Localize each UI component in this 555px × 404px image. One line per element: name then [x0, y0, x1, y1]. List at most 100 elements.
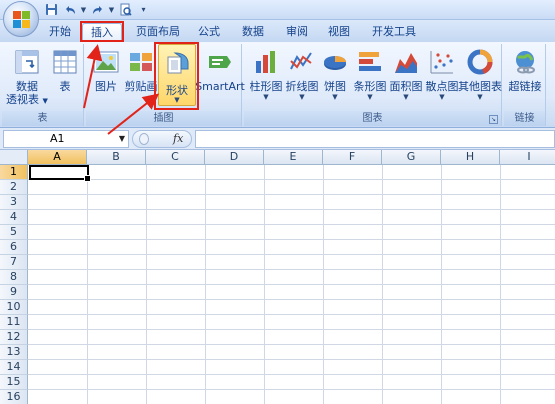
row-header-16[interactable]: 16 [0, 390, 28, 404]
formula-bar: A1 ▼ fx [0, 128, 555, 150]
table-label: 表 [59, 80, 71, 93]
undo-icon[interactable] [62, 2, 77, 17]
row-header-8[interactable]: 8 [0, 270, 28, 285]
name-box-dropdown-icon[interactable]: ▼ [119, 131, 125, 147]
column-header-d[interactable]: D [205, 150, 264, 165]
pie-chart-button[interactable]: 饼图 ▼ [320, 47, 350, 101]
name-box-value: A1 [50, 132, 65, 145]
row-header-2[interactable]: 2 [0, 180, 28, 195]
row-header-6[interactable]: 6 [0, 240, 28, 255]
row-header-12[interactable]: 12 [0, 330, 28, 345]
row-header-3[interactable]: 3 [0, 195, 28, 210]
group-links-label: 链接 [504, 111, 545, 126]
customize-qat-icon[interactable]: ▾ [136, 2, 151, 17]
column-chart-icon [251, 47, 281, 77]
chart-dialog-launcher-icon[interactable]: ↘ [489, 115, 498, 124]
scatter-chart-label: 散点图 [425, 80, 459, 93]
row-header-14[interactable]: 14 [0, 360, 28, 375]
cell-area[interactable] [28, 165, 555, 404]
name-box[interactable]: A1 ▼ [3, 130, 129, 148]
other-charts-label: 其他图表 [458, 80, 502, 93]
column-chart-button[interactable]: 柱形图 ▼ [248, 47, 284, 101]
tab-home[interactable]: 开始 [48, 23, 72, 42]
column-header-g[interactable]: G [382, 150, 441, 165]
clipart-label: 剪贴画 [124, 80, 158, 93]
redo-dropdown-icon[interactable]: ▼ [108, 2, 115, 17]
group-charts-label: 图表 [244, 111, 501, 126]
smartart-icon [205, 47, 235, 77]
hyperlink-label: 超链接 [508, 80, 542, 93]
area-chart-icon [391, 47, 421, 77]
print-preview-icon[interactable] [118, 2, 133, 17]
line-chart-button[interactable]: 折线图 ▼ [284, 47, 320, 101]
table-icon [50, 47, 80, 77]
smartart-button[interactable]: SmartArt [195, 47, 245, 93]
pivot-label-2: 透视表 [6, 93, 40, 106]
column-header-f[interactable]: F [323, 150, 382, 165]
tab-view[interactable]: 视图 [326, 23, 352, 42]
title-bar: ▼ ▼ ▾ [0, 0, 555, 20]
scatter-chart-button[interactable]: 散点图 ▼ [424, 47, 460, 101]
row-header-7[interactable]: 7 [0, 255, 28, 270]
pivot-label-1: 数据 [15, 80, 38, 93]
column-chart-label: 柱形图 [249, 80, 283, 93]
clipart-icon [126, 47, 156, 77]
group-table: 数据 透视表 ▼ 表 表 [2, 44, 84, 126]
row-header-1[interactable]: 1 [0, 165, 28, 180]
insert-function-icon[interactable]: fx [173, 132, 183, 145]
row-header-15[interactable]: 15 [0, 375, 28, 390]
line-chart-icon [287, 47, 317, 77]
tab-page-layout[interactable]: 页面布局 [132, 23, 184, 42]
other-charts-button[interactable]: 其他图表 ▼ [458, 47, 502, 101]
save-icon[interactable] [44, 2, 59, 17]
picture-button[interactable]: 图片 [90, 47, 122, 93]
quick-access-toolbar: ▼ ▼ ▾ [44, 2, 151, 17]
select-all-corner[interactable] [0, 150, 28, 165]
row-header-11[interactable]: 11 [0, 315, 28, 330]
column-header-i[interactable]: I [500, 150, 555, 165]
formula-controls: fx [132, 130, 192, 148]
expand-handle-icon[interactable] [139, 133, 149, 145]
picture-label: 图片 [95, 80, 117, 93]
column-header-c[interactable]: C [146, 150, 205, 165]
tab-data[interactable]: 数据 [240, 23, 266, 42]
area-chart-button[interactable]: 面积图 ▼ [388, 47, 424, 101]
group-charts: 柱形图 ▼ 折线图 ▼ 饼图 ▼ 条形图 ▼ 面积图 ▼ 散点图 ▼ 其他图表 … [244, 44, 502, 126]
active-cell-a1[interactable] [29, 165, 91, 182]
tab-review[interactable]: 审阅 [284, 23, 310, 42]
pivot-table-icon [12, 47, 42, 77]
ribbon: 数据 透视表 ▼ 表 表 图片 剪贴画 SmartArt 插图 柱形图 ▼ 折线… [0, 42, 555, 128]
scatter-chart-icon [427, 47, 457, 77]
tab-formulas[interactable]: 公式 [196, 23, 222, 42]
group-links: 超链接 链接 [504, 44, 546, 126]
picture-icon [91, 47, 121, 77]
row-header-4[interactable]: 4 [0, 210, 28, 225]
tab-developer[interactable]: 开发工具 [368, 23, 420, 42]
line-chart-label: 折线图 [285, 80, 319, 93]
column-header-e[interactable]: E [264, 150, 323, 165]
pivot-table-button[interactable]: 数据 透视表 ▼ [6, 47, 48, 108]
office-button[interactable] [3, 1, 39, 37]
row-header-10[interactable]: 10 [0, 300, 28, 315]
formula-input[interactable] [195, 130, 555, 148]
column-header-a[interactable]: A [28, 150, 87, 165]
group-table-label: 表 [2, 111, 83, 126]
redo-icon[interactable] [90, 2, 105, 17]
table-button[interactable]: 表 [50, 47, 80, 93]
office-logo-icon [13, 11, 30, 28]
pie-chart-icon [320, 47, 350, 77]
bar-chart-button[interactable]: 条形图 ▼ [352, 47, 388, 101]
group-illustrations-label: 插图 [86, 111, 241, 126]
row-header-13[interactable]: 13 [0, 345, 28, 360]
undo-dropdown-icon[interactable]: ▼ [80, 2, 87, 17]
other-charts-icon [465, 47, 495, 77]
bar-chart-icon [355, 47, 385, 77]
column-header-b[interactable]: B [87, 150, 146, 165]
clipart-button[interactable]: 剪贴画 [124, 47, 158, 93]
bar-chart-label: 条形图 [353, 80, 387, 93]
hyperlink-button[interactable]: 超链接 [506, 47, 544, 93]
row-header-9[interactable]: 9 [0, 285, 28, 300]
worksheet-grid: ABCDEFGHI 1 2 3 4 5 6 7 8 9 10 11 12 13 14 15 16 [0, 150, 555, 404]
row-header-5[interactable]: 5 [0, 225, 28, 240]
column-header-h[interactable]: H [441, 150, 500, 165]
